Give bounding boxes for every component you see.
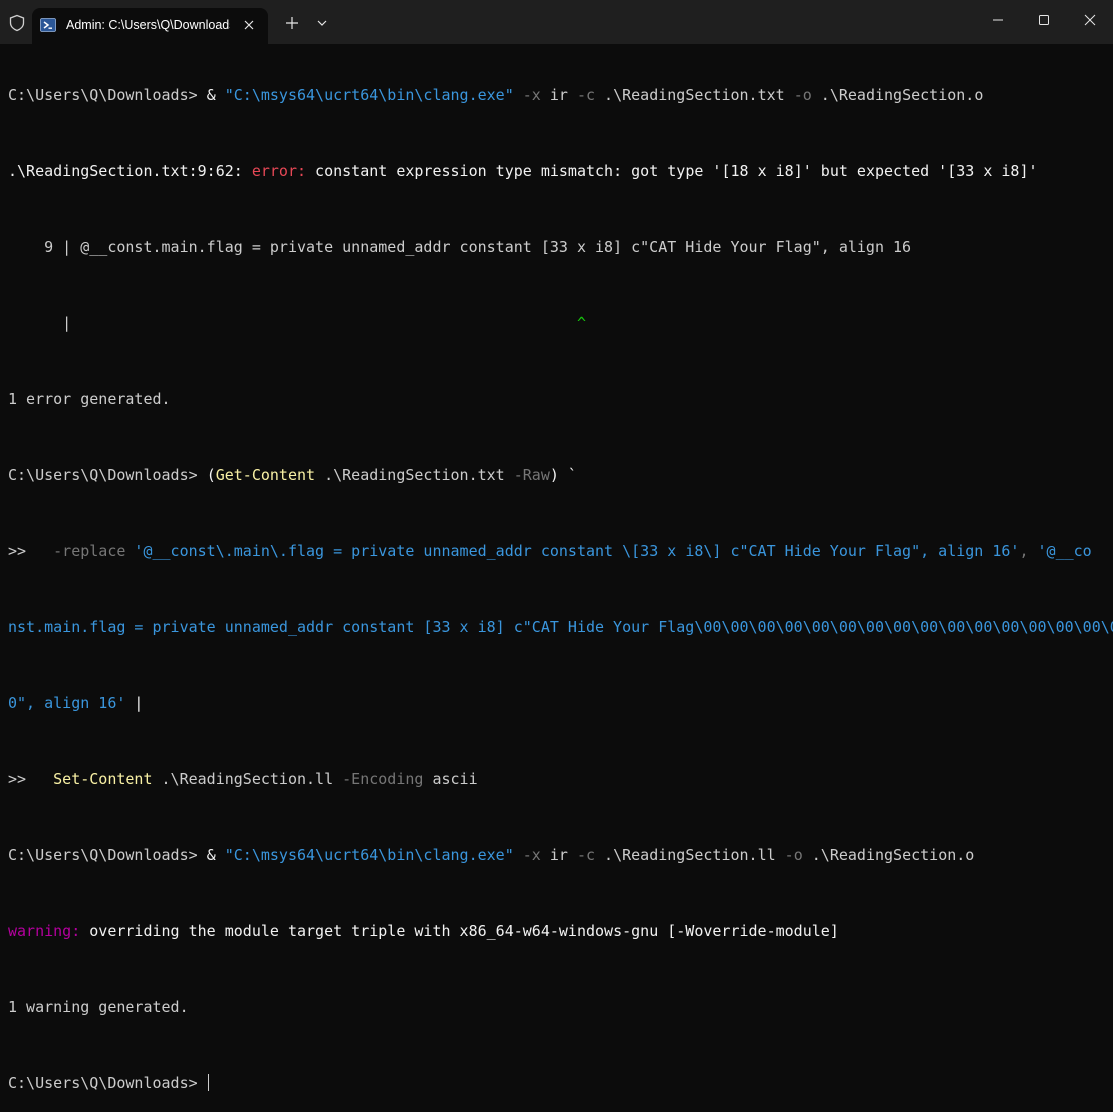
gutter: | bbox=[8, 314, 72, 332]
prompt: C:\Users\Q\Downloads> bbox=[8, 846, 207, 864]
error-caret: ^ bbox=[576, 314, 586, 332]
argument: ir bbox=[540, 86, 568, 104]
close-tab-icon[interactable] bbox=[240, 16, 258, 34]
parameter: -c bbox=[567, 86, 596, 104]
continuation-prompt: >> bbox=[8, 770, 54, 788]
argument: ir bbox=[540, 846, 568, 864]
parameter: -c bbox=[567, 846, 596, 864]
terminal-line: >> Set-Content .\ReadingSection.ll -Enco… bbox=[8, 770, 1108, 789]
terminal-output[interactable]: C:\Users\Q\Downloads> & "C:\msys64\ucrt6… bbox=[8, 48, 1113, 1092]
cmdlet: Set-Content bbox=[53, 770, 153, 788]
parameter: -Encoding bbox=[333, 770, 424, 788]
warning-label: warning: bbox=[8, 922, 81, 940]
caret-padding bbox=[71, 314, 577, 332]
terminal-line: | ^ bbox=[8, 314, 1108, 333]
argument: ascii bbox=[423, 770, 478, 788]
terminal-tab[interactable]: Admin: C:\Users\Q\Downloads bbox=[32, 8, 268, 44]
terminal-line: 1 error generated. bbox=[8, 390, 171, 408]
error-message: constant expression type mismatch: got t… bbox=[306, 162, 1038, 180]
cmdlet: Get-Content bbox=[215, 466, 316, 484]
terminal-line: .\ReadingSection.txt:9:62: error: consta… bbox=[8, 162, 1108, 181]
prompt: C:\Users\Q\Downloads> bbox=[8, 466, 207, 484]
argument: .\ReadingSection.txt bbox=[595, 86, 785, 104]
paren-open: ( bbox=[206, 466, 216, 484]
plus-icon[interactable] bbox=[283, 14, 301, 32]
argument: .\ReadingSection.o bbox=[802, 846, 975, 864]
terminal-line: warning: overriding the module target tr… bbox=[8, 922, 1108, 941]
terminal-line: C:\Users\Q\Downloads> & "C:\msys64\ucrt6… bbox=[8, 86, 1108, 105]
parameter: -replace bbox=[53, 542, 126, 560]
text-cursor bbox=[207, 1074, 209, 1091]
chevron-down-icon[interactable] bbox=[313, 14, 331, 32]
terminal-line: 0", align 16' | bbox=[8, 694, 1108, 713]
error-label: error: bbox=[251, 162, 307, 180]
terminal-line: 1 warning generated. bbox=[8, 998, 189, 1016]
line-continuation: ` bbox=[558, 466, 577, 484]
string-literal: '@__const\.main\.flag = private unnamed_… bbox=[125, 542, 1020, 560]
string-literal: '@__co bbox=[1028, 542, 1092, 560]
pipe-operator: | bbox=[125, 694, 144, 712]
call-operator: & bbox=[206, 846, 225, 864]
exe-path: "C:\msys64\ucrt64\bin\clang.exe" bbox=[224, 86, 514, 104]
close-window-button[interactable] bbox=[1067, 0, 1113, 40]
tab-title: Admin: C:\Users\Q\Downloads bbox=[66, 18, 230, 32]
call-operator: & bbox=[206, 86, 225, 104]
terminal-line: >> -replace '@__const\.main\.flag = priv… bbox=[8, 542, 1108, 561]
parameter: -o bbox=[775, 846, 803, 864]
terminal-line: C:\Users\Q\Downloads> (Get-Content .\Rea… bbox=[8, 466, 1108, 485]
string-literal: 0", align 16' bbox=[8, 694, 126, 712]
parameter: -x bbox=[513, 86, 541, 104]
maximize-icon bbox=[1039, 15, 1049, 25]
title-bar: Admin: C:\Users\Q\Downloads bbox=[0, 0, 1113, 44]
warning-message: overriding the module target triple with… bbox=[80, 922, 839, 940]
argument: .\ReadingSection.ll bbox=[595, 846, 776, 864]
argument: .\ReadingSection.txt bbox=[315, 466, 505, 484]
powershell-icon bbox=[40, 18, 56, 32]
paren-close: ) bbox=[549, 466, 559, 484]
error-location: .\ReadingSection.txt:9:62: bbox=[8, 162, 252, 180]
argument: .\ReadingSection.o bbox=[811, 86, 984, 104]
parameter: -Raw bbox=[504, 466, 550, 484]
close-icon bbox=[1084, 14, 1096, 26]
parameter: -x bbox=[513, 846, 541, 864]
exe-path: "C:\msys64\ucrt64\bin\clang.exe" bbox=[224, 846, 514, 864]
prompt: C:\Users\Q\Downloads> bbox=[8, 1074, 207, 1092]
argument: .\ReadingSection.ll bbox=[152, 770, 334, 788]
terminal-line: C:\Users\Q\Downloads> & "C:\msys64\ucrt6… bbox=[8, 846, 1108, 865]
minimize-button[interactable] bbox=[975, 0, 1021, 40]
terminal-line: 9 | @__const.main.flag = private unnamed… bbox=[8, 238, 912, 256]
terminal-line: nst.main.flag = private unnamed_addr con… bbox=[8, 618, 1113, 636]
minimize-icon bbox=[993, 19, 1003, 21]
terminal-line: C:\Users\Q\Downloads> bbox=[8, 1074, 1108, 1093]
maximize-button[interactable] bbox=[1021, 0, 1067, 40]
prompt: C:\Users\Q\Downloads> bbox=[8, 86, 207, 104]
shield-icon bbox=[9, 14, 25, 32]
parameter: -o bbox=[784, 86, 812, 104]
continuation-prompt: >> bbox=[8, 542, 54, 560]
